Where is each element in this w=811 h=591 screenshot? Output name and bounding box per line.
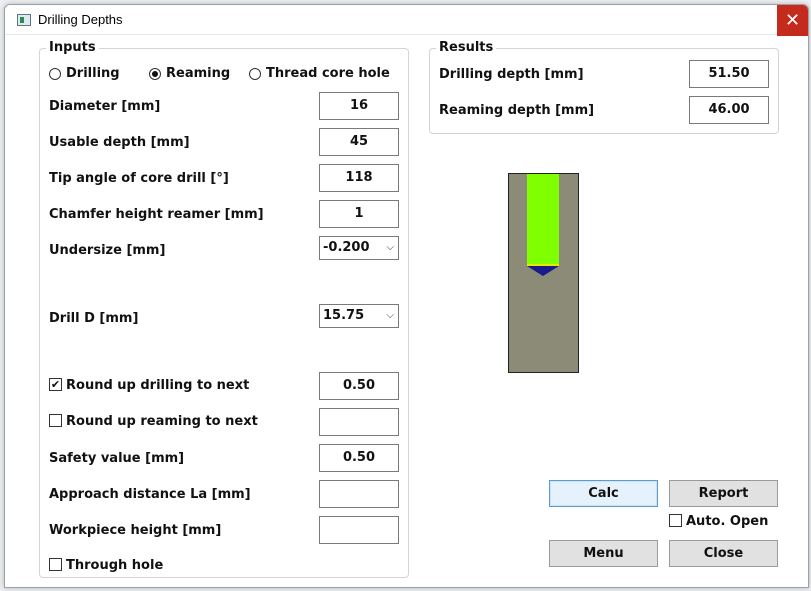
results-group: Results Drilling depth [mm] 51.50 Reamin… [429, 40, 779, 134]
auto-open-checkbox[interactable] [669, 514, 682, 527]
undersize-select[interactable]: -0.200 ⌵ [319, 236, 399, 260]
diameter-label: Diameter [mm] [49, 99, 161, 114]
round-up-reaming-label[interactable]: Round up reaming to next [66, 414, 258, 429]
diameter-field[interactable]: 16 [319, 92, 399, 120]
round-up-drilling-checkbox[interactable]: ✔ [49, 378, 62, 391]
window-close-button[interactable]: ✕ [777, 5, 808, 36]
usable-depth-label: Usable depth [mm] [49, 135, 190, 150]
approach-distance-field[interactable] [319, 480, 399, 508]
tip-angle-field[interactable]: 118 [319, 164, 399, 192]
radio-reaming[interactable] [149, 68, 161, 80]
chamfer-height-field[interactable]: 1 [319, 200, 399, 228]
reaming-depth-label: Reaming depth [mm] [439, 103, 595, 118]
menu-button[interactable]: Menu [549, 540, 658, 567]
radio-drilling-label[interactable]: Drilling [66, 66, 120, 81]
radio-reaming-label[interactable]: Reaming [166, 66, 230, 81]
drilling-depth-value: 51.50 [689, 60, 769, 88]
auto-open-label[interactable]: Auto. Open [686, 514, 768, 529]
usable-depth-field[interactable]: 45 [319, 128, 399, 156]
drilling-depths-window: Drilling Depths ✕ Inputs Drilling Reamin… [4, 4, 809, 588]
undersize-label: Undersize [mm] [49, 243, 166, 258]
title-bar: Drilling Depths ✕ [5, 5, 808, 36]
drill-d-label: Drill D [mm] [49, 311, 139, 326]
tip-angle-label: Tip angle of core drill [°] [49, 171, 229, 186]
safety-value-field[interactable]: 0.50 [319, 444, 399, 472]
inputs-group: Inputs Drilling Reaming Thread core hole… [39, 40, 409, 578]
drilling-depth-label: Drilling depth [mm] [439, 67, 584, 82]
chevron-down-icon: ⌵ [386, 242, 394, 253]
drill-d-select[interactable]: 15.75 ⌵ [319, 304, 399, 328]
through-hole-label[interactable]: Through hole [66, 558, 163, 573]
round-up-reaming-checkbox[interactable] [49, 414, 62, 427]
dialog-body: Inputs Drilling Reaming Thread core hole… [5, 36, 808, 587]
workpiece-height-label: Workpiece height [mm] [49, 523, 222, 538]
reaming-depth-value: 46.00 [689, 96, 769, 124]
radio-drilling[interactable] [49, 68, 61, 80]
undersize-value: -0.200 [323, 240, 370, 255]
radio-thread-core-hole[interactable] [249, 68, 261, 80]
through-hole-checkbox[interactable] [49, 558, 62, 571]
round-up-reaming-field[interactable] [319, 408, 399, 436]
window-title: Drilling Depths [38, 12, 123, 27]
chevron-down-icon: ⌵ [386, 310, 394, 321]
inputs-legend: Inputs [46, 40, 99, 55]
round-up-drilling-field[interactable]: 0.50 [319, 372, 399, 400]
results-legend: Results [436, 40, 497, 55]
hole-diagram [508, 173, 579, 373]
radio-thread-core-hole-label[interactable]: Thread core hole [266, 66, 390, 81]
drill-d-value: 15.75 [323, 308, 365, 323]
safety-value-label: Safety value [mm] [49, 451, 185, 466]
report-button[interactable]: Report [669, 480, 778, 507]
approach-distance-label: Approach distance La [mm] [49, 487, 251, 502]
workpiece-height-field[interactable] [319, 516, 399, 544]
app-icon [17, 14, 31, 26]
round-up-drilling-label[interactable]: Round up drilling to next [66, 378, 249, 393]
close-button[interactable]: Close [669, 540, 778, 567]
calc-button[interactable]: Calc [549, 480, 658, 507]
chamfer-height-label: Chamfer height reamer [mm] [49, 207, 264, 222]
reamer-tool [527, 174, 559, 265]
